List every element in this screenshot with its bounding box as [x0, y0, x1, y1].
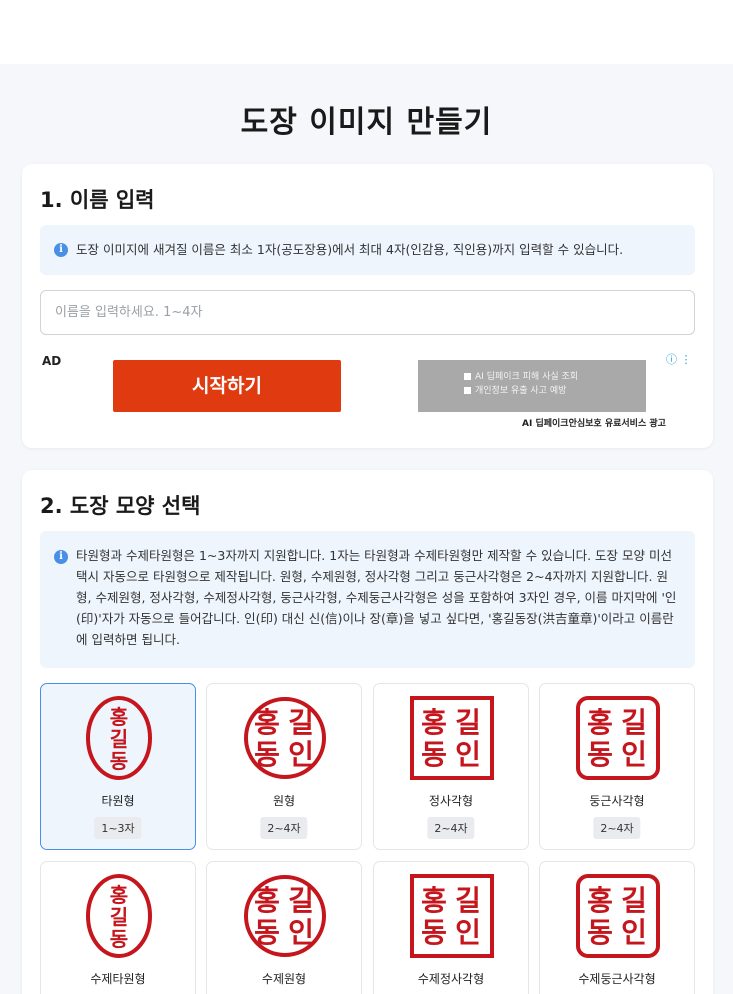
svg-text:인: 인: [621, 916, 647, 949]
shape-option-label: 원형: [272, 794, 296, 808]
shape-option-label: 수제원형: [261, 972, 307, 986]
shape-info-box: i 타원형과 수제타원형은 1~3자까지 지원합니다. 1자는 타원형과 수제타…: [40, 531, 695, 668]
name-info-box: i 도장 이미지에 새겨질 이름은 최소 1자(공도장용)에서 최대 4자(인감…: [40, 225, 695, 275]
stamp-preview-icon: 홍 길동 인: [576, 874, 660, 958]
shape-option-label: 수제둥근사각형: [578, 972, 656, 986]
svg-text:동: 동: [587, 738, 613, 771]
shape-option-label: 정사각형: [428, 794, 474, 808]
top-bar: [0, 0, 733, 64]
shape-option-label: 수제타원형: [90, 972, 146, 986]
svg-text:홍: 홍: [587, 884, 613, 917]
svg-text:길: 길: [110, 727, 128, 751]
info-icon: i: [54, 550, 68, 564]
page-title: 도장 이미지 만들기: [240, 105, 493, 140]
shape-option-ellipse-handmade[interactable]: 홍 길 동수제타원형: [40, 861, 196, 994]
shape-option-rounded-square-handmade[interactable]: 홍 길 동 인수제둥근사각형: [539, 861, 695, 994]
svg-text:인: 인: [288, 916, 314, 949]
svg-text:길: 길: [455, 884, 481, 917]
svg-text:홍: 홍: [421, 706, 447, 739]
ad-caption: AI 딥페이크안심보호 유료서비스 광고: [522, 419, 666, 429]
svg-text:인: 인: [621, 738, 647, 771]
ad-checkbox-1: AI 딥페이크 피해 사실 조회: [464, 370, 646, 384]
stamp-preview-icon: 홍 길동 인: [244, 875, 326, 957]
ad-banner[interactable]: AI 딥페이크 피해 사실 조회 개인정보 유출 사고 예방: [418, 360, 646, 412]
stamp-preview-icon: 홍 길동 인: [244, 697, 326, 779]
svg-text:길: 길: [621, 706, 647, 739]
svg-text:동: 동: [110, 927, 128, 951]
svg-text:길: 길: [455, 706, 481, 739]
name-info-text: 도장 이미지에 새겨질 이름은 최소 1자(공도장용)에서 최대 4자(인감용,…: [76, 242, 624, 257]
svg-text:홍: 홍: [254, 706, 280, 739]
shape-option-circle-handmade[interactable]: 홍 길 동 인수제원형: [206, 861, 362, 994]
shape-option-range-badge: 2~4자: [260, 817, 308, 839]
shape-option-circle[interactable]: 홍 길 동 인원형 2~4자: [206, 683, 362, 850]
info-icon: i: [54, 243, 68, 257]
section-title-name-input: 1. 이름 입력: [40, 188, 155, 212]
shape-option-range-badge: 1~3자: [94, 817, 142, 839]
svg-text:인: 인: [455, 916, 481, 949]
shape-select-section: 2. 도장 모양 선택 i 타원형과 수제타원형은 1~3자까지 지원합니다. …: [22, 470, 713, 994]
shape-info-text: 타원형과 수제타원형은 1~3자까지 지원합니다. 1자는 타원형과 수제타원형…: [76, 548, 677, 647]
ad-info-icon[interactable]: ⓘ ⋮: [666, 351, 692, 367]
svg-text:길: 길: [621, 884, 647, 917]
shape-option-square-handmade[interactable]: 홍 길 동 인수제정사각형: [373, 861, 529, 994]
svg-text:홍: 홍: [110, 883, 128, 907]
stamp-preview-icon: 홍 길동 인: [410, 696, 494, 780]
svg-text:홍: 홍: [254, 884, 280, 917]
svg-text:동: 동: [421, 916, 447, 949]
svg-text:길: 길: [288, 884, 314, 917]
stamp-preview-icon: 홍길동: [86, 696, 152, 780]
svg-text:길: 길: [110, 905, 128, 929]
shape-option-ellipse[interactable]: 홍 길 동타원형 1~3자: [40, 683, 196, 850]
ad-label: AD: [42, 354, 62, 368]
shape-option-label: 수제정사각형: [417, 972, 485, 986]
svg-text:홍: 홍: [587, 706, 613, 739]
shape-option-label: 둥근사각형: [589, 794, 645, 808]
stamp-preview-icon: 홍 길동 인: [576, 696, 660, 780]
svg-text:동: 동: [254, 738, 280, 771]
stamp-preview-icon: 홍길동: [86, 874, 152, 958]
shape-option-range-badge: 2~4자: [593, 817, 641, 839]
svg-text:동: 동: [421, 738, 447, 771]
shape-option-rounded-square[interactable]: 홍 길 동 인둥근사각형 2~4자: [539, 683, 695, 850]
shape-option-range-badge: 2~4자: [427, 817, 475, 839]
ad-checkbox-2: 개인정보 유출 사고 예방: [464, 384, 646, 398]
svg-text:동: 동: [587, 916, 613, 949]
shape-option-label: 타원형: [101, 794, 135, 808]
svg-text:인: 인: [455, 738, 481, 771]
stamp-preview-icon: 홍 길동 인: [410, 874, 494, 958]
name-input-section: 1. 이름 입력 i 도장 이미지에 새겨질 이름은 최소 1자(공도장용)에서…: [22, 164, 713, 448]
svg-text:홍: 홍: [110, 705, 128, 729]
svg-text:길: 길: [288, 706, 314, 739]
section-title-shape: 2. 도장 모양 선택: [40, 494, 201, 518]
ad-start-button[interactable]: 시작하기: [113, 360, 341, 412]
page-container: 도장 이미지 만들기 1. 이름 입력 i 도장 이미지에 새겨질 이름은 최소…: [0, 64, 733, 994]
svg-text:홍: 홍: [421, 884, 447, 917]
shape-option-square[interactable]: 홍 길 동 인정사각형 2~4자: [373, 683, 529, 850]
name-input[interactable]: [40, 290, 695, 335]
svg-text:동: 동: [254, 916, 280, 949]
svg-text:인: 인: [288, 738, 314, 771]
svg-text:동: 동: [110, 749, 128, 773]
